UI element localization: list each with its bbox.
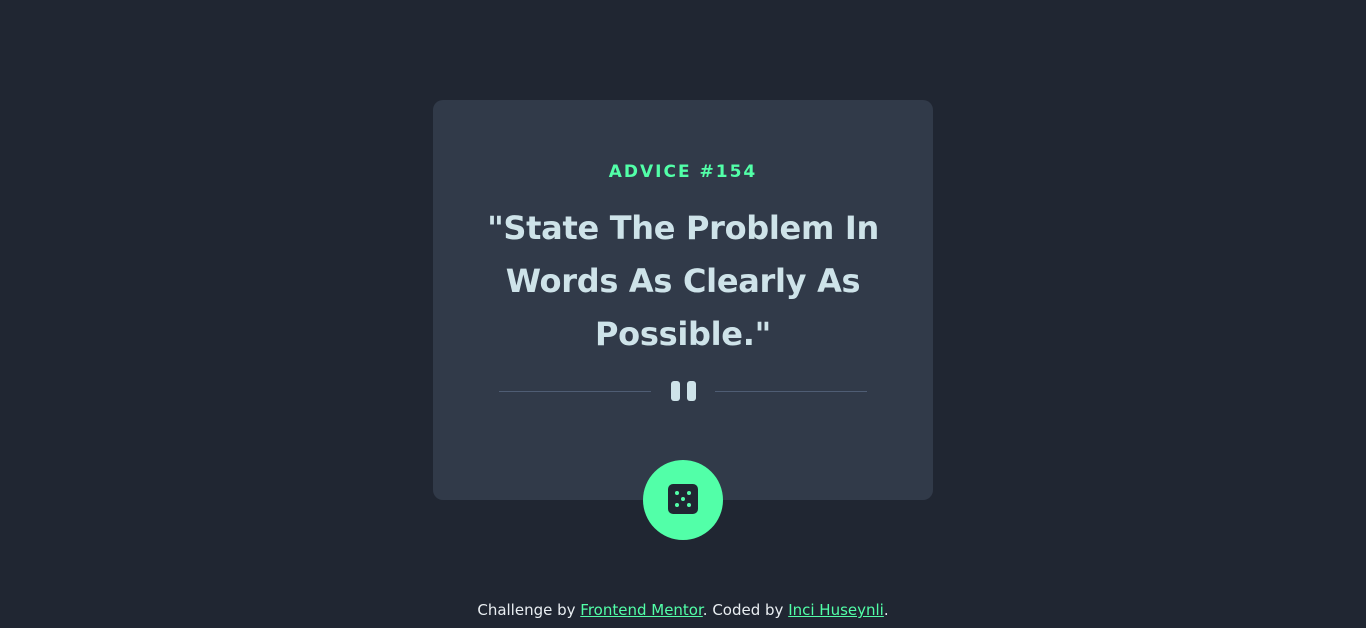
pause-bar-right <box>687 381 696 401</box>
dice-dot <box>687 503 691 507</box>
frontend-mentor-link[interactable]: Frontend Mentor <box>580 601 703 619</box>
divider-line-left <box>499 391 651 392</box>
pause-bar-left <box>671 381 680 401</box>
advice-quote: "State The Problem In Words As Clearly A… <box>487 209 879 353</box>
advice-id-label: ADVICE #154 <box>608 162 758 182</box>
footer-suffix: . <box>883 601 889 619</box>
dice-icon <box>668 484 698 514</box>
attribution-footer: Challenge by Frontend Mentor. Coded by I… <box>0 599 1366 621</box>
author-link[interactable]: Inci Huseynli <box>788 601 884 619</box>
new-advice-button[interactable] <box>643 460 723 540</box>
divider <box>499 378 867 404</box>
footer-prefix: Challenge by <box>477 601 581 619</box>
footer-middle: . Coded by <box>702 601 789 619</box>
page: ADVICE #154 "State The Problem In Words … <box>0 0 1366 628</box>
dice-dot <box>681 497 685 501</box>
dice-dot <box>687 491 691 495</box>
divider-line-right <box>715 391 867 392</box>
pause-icon <box>671 381 697 401</box>
dice-dot <box>675 491 679 495</box>
dice-dot <box>675 503 679 507</box>
